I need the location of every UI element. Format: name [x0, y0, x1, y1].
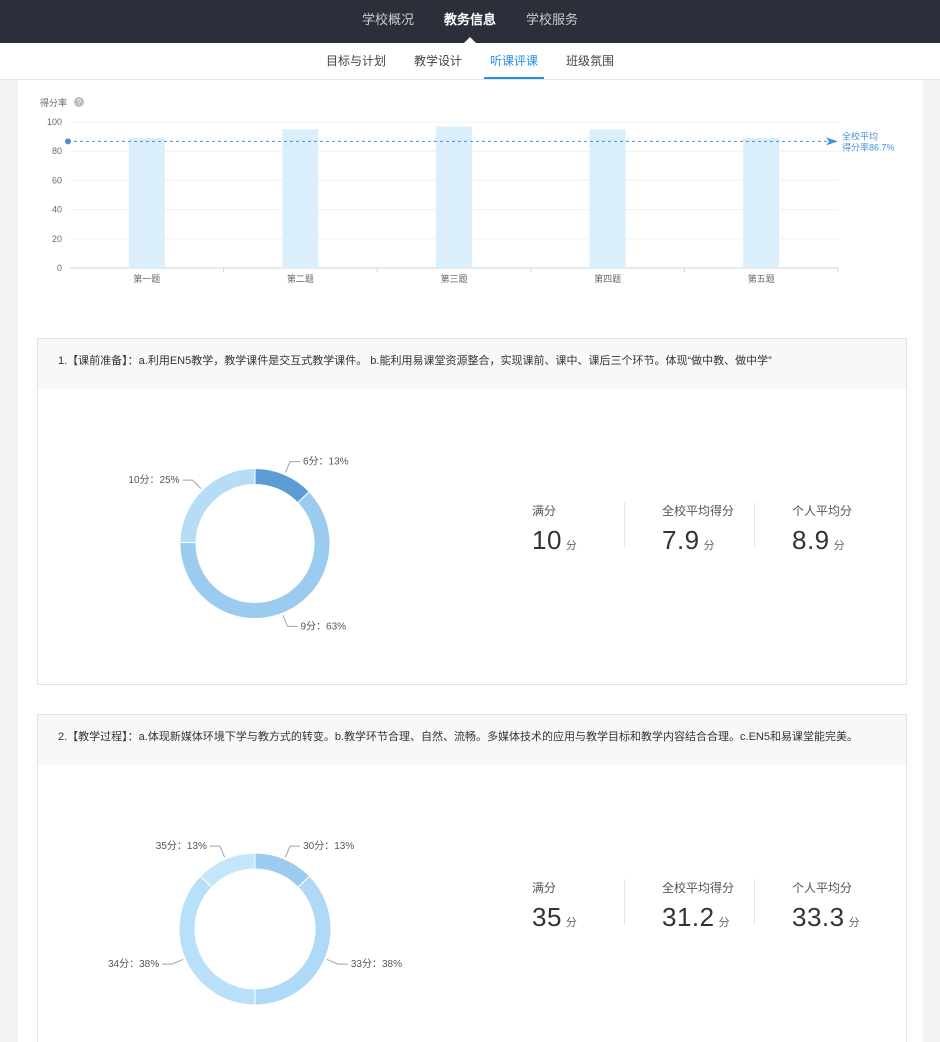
slice-leader-line	[209, 845, 226, 858]
donut-chart-1: 6分：13% 9分：63% 10分：25%	[128, 456, 349, 633]
slice-leader-line	[162, 958, 184, 965]
slice-leader-line	[282, 615, 298, 627]
slice-leader-line	[326, 958, 348, 965]
y-tick-label: 40	[52, 205, 62, 215]
stat-divider	[624, 879, 625, 925]
slice-leader-line	[284, 845, 301, 858]
y-tick-label: 100	[47, 117, 62, 127]
stat-divider	[624, 502, 625, 548]
bar[interactable]	[436, 126, 472, 268]
question-title: 1.【课前准备】：a.利用EN5教学，教学课件是交互式教学课件。 b.能利用易课…	[38, 339, 906, 389]
question-card-1: 1.【课前准备】：a.利用EN5教学，教学课件是交互式教学课件。 b.能利用易课…	[37, 338, 907, 685]
donut-slice[interactable]	[199, 852, 256, 888]
stats-row-1: 满分 10 分 全校平均得分 7.9 分 个人平均分 8.9 分	[514, 502, 908, 622]
bar[interactable]	[743, 138, 780, 268]
stat-divider	[754, 879, 755, 925]
x-tick-label: 第五题	[748, 273, 775, 284]
bar[interactable]	[128, 138, 165, 268]
x-ticks: 第一题 第二题 第三题 第四题 第五题	[133, 268, 839, 284]
y-tick-label: 80	[52, 146, 62, 156]
topnav-school-services[interactable]: 学校服务	[511, 0, 593, 43]
donut-chart-2: 30分：13% 33分：38% 34分：38% 35分：13%	[108, 840, 402, 1006]
bar[interactable]	[589, 129, 626, 268]
reference-label-line2: 得分率86.7%	[842, 141, 895, 152]
main-panel: 得分率 ? 0 20 40 60 80 100 第一题 第二题 第三题 第四题 第五题 全校平均 …	[18, 80, 923, 1042]
tab-lesson-evaluation[interactable]: 听课评课	[483, 43, 545, 79]
tab-class-atmosphere[interactable]: 班级氛围	[566, 43, 614, 79]
x-tick-label: 第二题	[287, 273, 314, 284]
slice-label: 35分：13%	[156, 840, 207, 852]
slice-label: 34分：38%	[108, 958, 159, 970]
bars	[128, 126, 780, 268]
donut-slice[interactable]	[254, 852, 311, 888]
stat-personal-average: 个人平均分 33.3 分	[792, 881, 861, 932]
svg-text:?: ?	[77, 98, 82, 107]
stat-school-average: 全校平均得分 7.9 分	[662, 504, 735, 555]
stats-row-2: 满分 35 分 全校平均得分 31.2 分 个人平均分 33.3 分	[514, 879, 908, 999]
topnav-academic-info[interactable]: 教务信息	[429, 0, 511, 43]
slice-label: 33分：38%	[351, 958, 402, 970]
slice-leader-line	[182, 479, 202, 489]
top-nav: 学校概况 教务信息 学校服务	[0, 0, 940, 43]
donut-slice[interactable]	[178, 875, 256, 1006]
slice-leader-line	[284, 461, 301, 473]
slice-label: 9分：63%	[300, 620, 346, 632]
stat-full-score: 满分 35 分	[532, 881, 578, 932]
y-tick-label: 0	[57, 263, 62, 273]
reference-arrow-icon	[826, 137, 838, 146]
question-card-2: 2.【教学过程】：a.体现新媒体环境下学与教方式的转变。b.教学环节合理、自然、…	[37, 714, 907, 1042]
donut-slice[interactable]	[254, 467, 310, 504]
stat-personal-average: 个人平均分 8.9 分	[792, 504, 853, 555]
slice-label: 10分：25%	[128, 474, 179, 486]
reference-dot	[65, 138, 71, 145]
help-icon[interactable]: ?	[74, 97, 84, 107]
question-title: 2.【教学过程】：a.体现新媒体环境下学与教方式的转变。b.教学环节合理、自然、…	[38, 715, 906, 765]
reference-label-line1: 全校平均	[842, 130, 878, 141]
x-tick-label: 第四题	[594, 273, 621, 284]
topnav-school-overview[interactable]: 学校概况	[347, 0, 429, 43]
slice-label: 6分：13%	[303, 456, 349, 468]
score-rate-bar-chart: 得分率 ? 020406080100 第一题 第二题 第三题 第四题 第五题 全校平均 …	[40, 97, 895, 284]
x-tick-label: 第一题	[133, 273, 160, 284]
stat-divider	[754, 502, 755, 548]
y-axis-label: 得分率	[40, 97, 67, 108]
sub-nav: 目标与计划 教学设计 听课评课 班级氛围	[0, 43, 940, 80]
slice-label: 30分：13%	[303, 840, 354, 852]
tab-teaching-design[interactable]: 教学设计	[414, 43, 462, 79]
y-ticks: 0 20 40 60 80 100	[47, 117, 62, 273]
y-tick-label: 20	[52, 234, 62, 244]
tab-goals-plans[interactable]: 目标与计划	[326, 43, 386, 79]
bar[interactable]	[282, 129, 319, 268]
y-tick-label: 60	[52, 175, 62, 185]
stat-school-average: 全校平均得分 31.2 分	[662, 881, 735, 932]
stat-full-score: 满分 10 分	[532, 504, 578, 555]
x-tick-label: 第三题	[440, 273, 467, 284]
donut-slice[interactable]	[254, 875, 332, 1006]
